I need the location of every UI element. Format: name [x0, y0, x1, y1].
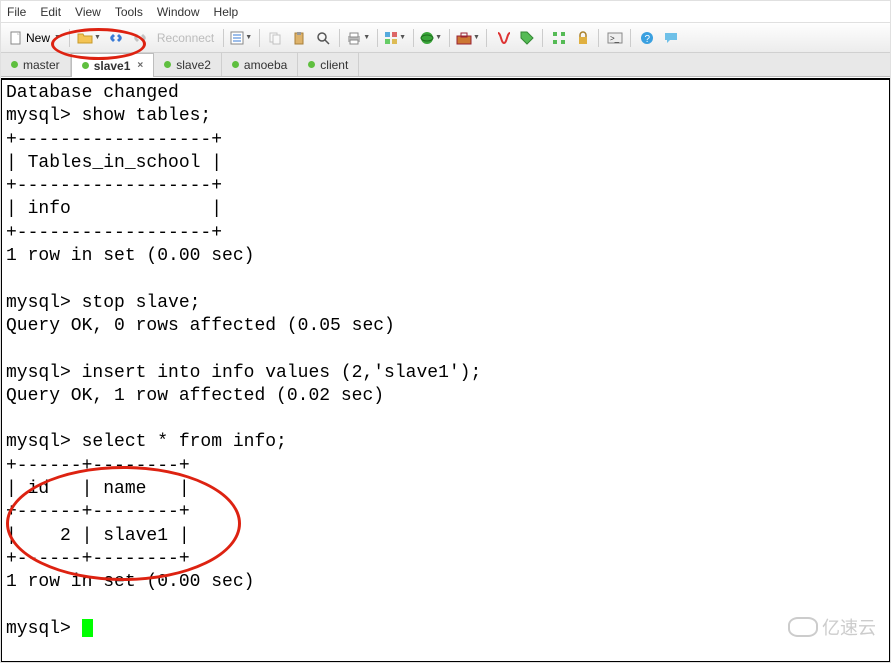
tab-label: master — [23, 58, 60, 72]
terminal-icon: >_ — [607, 31, 623, 45]
tab-bar: master slave1 × slave2 amoeba client — [1, 53, 890, 77]
tab-label: client — [320, 58, 348, 72]
link-icon — [108, 31, 124, 45]
menu-help[interactable]: Help — [214, 5, 239, 19]
new-button-label: New — [26, 31, 50, 45]
tag-button[interactable] — [516, 27, 538, 49]
tab-client[interactable]: client — [298, 53, 359, 76]
dropdown-arrow-icon: ▼ — [399, 34, 406, 41]
print-button[interactable]: ▼ — [344, 27, 372, 49]
help-button[interactable]: ? — [636, 27, 658, 49]
help-icon: ? — [640, 31, 654, 45]
disconnect-button[interactable] — [129, 27, 151, 49]
open-button[interactable]: ▼ — [75, 27, 103, 49]
properties-button[interactable]: ▼ — [228, 27, 254, 49]
tab-label: slave2 — [176, 58, 211, 72]
chat-bubble-icon — [664, 31, 678, 45]
terminal-output[interactable]: Database changed mysql> show tables; +--… — [1, 78, 890, 662]
reconnect-button[interactable]: Reconnect — [153, 27, 218, 49]
dropdown-arrow-icon: ▼ — [245, 34, 252, 41]
dropdown-arrow-icon: ▼ — [473, 34, 480, 41]
tab-label: amoeba — [244, 58, 287, 72]
script-play-button[interactable] — [492, 27, 514, 49]
dropdown-arrow-icon: ▼ — [435, 34, 442, 41]
close-icon[interactable]: × — [137, 60, 143, 71]
layout-button[interactable]: ▼ — [382, 27, 408, 49]
find-button[interactable] — [312, 27, 334, 49]
layout-icon — [384, 31, 398, 45]
reconnect-label: Reconnect — [157, 31, 214, 45]
tab-label: slave1 — [94, 59, 131, 73]
chat-button[interactable] — [660, 27, 682, 49]
dropdown-arrow-icon: ▼ — [363, 34, 370, 41]
dropdown-arrow-icon: ▼ — [94, 34, 101, 41]
globe-button[interactable]: ▼ — [418, 27, 444, 49]
tab-slave1[interactable]: slave1 × — [71, 53, 155, 77]
toolbox-button[interactable]: ▼ — [454, 27, 482, 49]
status-dot-icon — [11, 61, 18, 68]
toolbox-icon — [456, 31, 472, 45]
copy-button[interactable] — [264, 27, 286, 49]
status-dot-icon — [232, 61, 239, 68]
tab-master[interactable]: master — [1, 53, 71, 76]
play-script-icon — [496, 31, 510, 45]
lock-button[interactable] — [572, 27, 594, 49]
menu-edit[interactable]: Edit — [40, 5, 61, 19]
svg-text:>_: >_ — [610, 34, 620, 43]
tab-slave2[interactable]: slave2 — [154, 53, 222, 76]
copy-icon — [268, 31, 282, 45]
expand-icon — [552, 31, 566, 45]
new-file-icon — [9, 31, 23, 45]
menu-view[interactable]: View — [75, 5, 101, 19]
properties-icon — [230, 31, 244, 45]
toolbar: New ▼ ▼ Reconnect ▼ ▼ ▼ ▼ — [1, 23, 890, 53]
unlink-icon — [132, 31, 148, 45]
tab-amoeba[interactable]: amoeba — [222, 53, 298, 76]
new-button[interactable]: New ▼ — [5, 27, 65, 49]
lock-icon — [576, 31, 590, 45]
status-dot-icon — [82, 62, 89, 69]
paste-icon — [292, 31, 306, 45]
status-dot-icon — [164, 61, 171, 68]
terminal-button[interactable]: >_ — [604, 27, 626, 49]
menu-file[interactable]: File — [7, 5, 26, 19]
svg-text:?: ? — [644, 34, 650, 45]
paste-button[interactable] — [288, 27, 310, 49]
terminal-cursor — [82, 619, 93, 637]
link-button[interactable] — [105, 27, 127, 49]
menu-bar: File Edit View Tools Window Help — [1, 1, 890, 23]
dropdown-arrow-icon: ▼ — [54, 34, 61, 41]
tag-icon — [520, 31, 534, 45]
printer-icon — [346, 31, 362, 45]
expand-button[interactable] — [548, 27, 570, 49]
search-icon — [316, 31, 330, 45]
globe-icon — [420, 31, 434, 45]
menu-window[interactable]: Window — [157, 5, 200, 19]
status-dot-icon — [308, 61, 315, 68]
folder-open-icon — [77, 31, 93, 45]
menu-tools[interactable]: Tools — [115, 5, 143, 19]
